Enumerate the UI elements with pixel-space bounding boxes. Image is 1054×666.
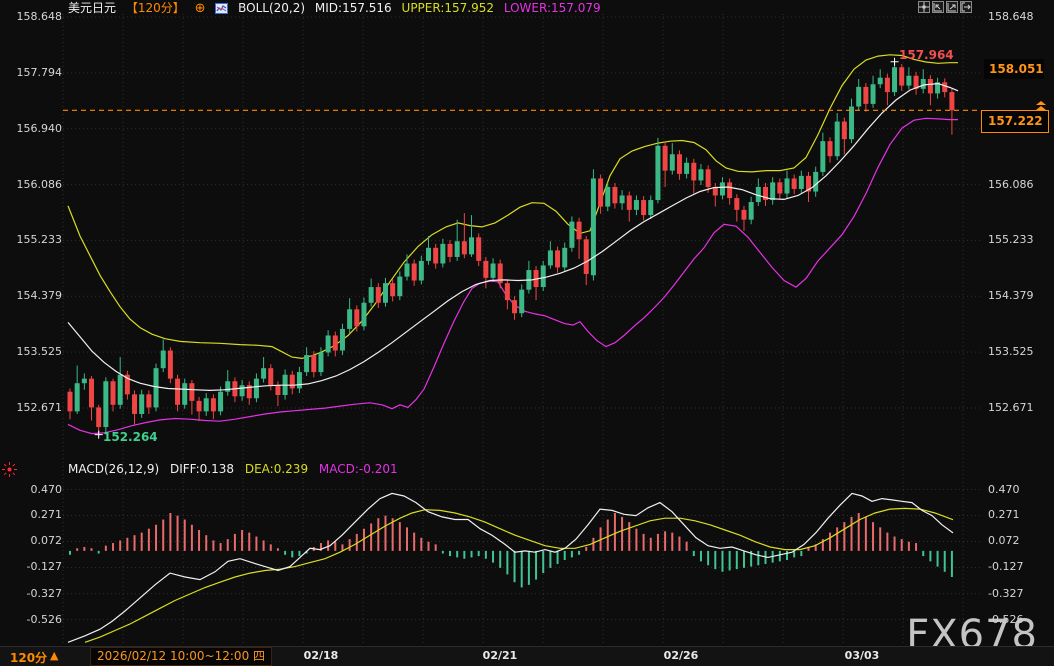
boll-lower-value: LOWER:157.079 [504,1,601,15]
timeframe-badge[interactable]: 120分 [10,649,47,666]
macd-tick-label: -0.327 [0,587,62,601]
macd-tick-label: 0.470 [988,483,1020,497]
macd-tick-label: -0.127 [988,560,1023,574]
price-tick-label: 152.671 [988,401,1034,415]
price-tick-label: 156.940 [0,122,62,136]
price-tick-label: 153.525 [0,345,62,359]
price-tick-label: 157.794 [0,66,62,80]
price-tick-label: 156.086 [0,178,62,192]
macd-title[interactable]: MACD(26,12,9) [68,462,159,476]
price-tick-label: 153.525 [988,345,1034,359]
macd-tick-label: 0.470 [0,483,62,497]
price-tick-label: 154.379 [0,289,62,303]
price-tick-label: 155.233 [0,233,62,247]
date-tick-label: 02/21 [483,649,518,662]
time-axis-bar: 120分 ▲ 2026/02/12 10:00~12:00 四 02/18 02/… [0,646,1054,666]
price-tick-label: 152.671 [0,401,62,415]
price-tick-label: 154.379 [988,289,1034,303]
mini-chart-icon[interactable] [215,3,228,17]
chart-window: 美元日元 【120分】 ⊕ BOLL(20,2) MID:157.516 UPP… [0,0,1054,666]
macd-header: MACD(26,12,9) DIFF:0.138 DEA:0.239 MACD:… [68,462,405,476]
price-tick-label: 158.648 [0,10,62,24]
boll-label[interactable]: BOLL(20,2) [238,1,305,15]
macd-tick-label: 0.271 [988,508,1020,522]
axis-scale-left-icon[interactable] [932,1,944,13]
session-high-tag: 158.051 [984,59,1044,79]
timeframe-up-arrow-icon[interactable]: ▲ [50,649,58,662]
macd-dea-value: DEA:0.239 [245,462,308,476]
add-indicator-icon[interactable]: ⊕ [195,1,206,16]
current-price-tag: 157.222 [981,110,1049,133]
pan-right-icon[interactable] [960,1,972,13]
macd-tick-label: 0.072 [0,534,62,548]
timeframe-label[interactable]: 【120分】 [126,1,185,15]
chart-header: 美元日元 【120分】 ⊕ BOLL(20,2) MID:157.516 UPP… [68,1,607,15]
boll-upper-value: UPPER:157.952 [402,1,494,15]
price-tick-label: 158.648 [988,10,1034,24]
date-tick-label: 02/26 [664,649,699,662]
symbol-title: 美元日元 [68,1,116,15]
macd-tick-label: -0.526 [0,613,62,627]
alert-starburst-icon[interactable] [2,462,17,481]
macd-diff-value: DIFF:0.138 [170,462,234,476]
date-tick-label: 02/18 [304,649,339,662]
macd-tick-label: -0.127 [0,560,62,574]
price-tick-label: 156.086 [988,178,1034,192]
macd-tick-label: -0.327 [988,587,1023,601]
low-price-annotation: 152.264 [103,430,158,444]
macd-bar-value: MACD:-0.201 [319,462,398,476]
macd-tick-label: 0.072 [988,534,1020,548]
chart-canvas[interactable] [0,0,1054,666]
candle-info-box: 2026/02/12 10:00~12:00 四 [90,647,272,666]
high-price-annotation: 157.964 [899,48,954,62]
date-tick-label: 03/03 [845,649,880,662]
price-tick-label: 155.233 [988,233,1034,247]
chart-toolbar [918,1,972,13]
macd-tick-label: -0.526 [988,613,1023,627]
boll-mid-value: MID:157.516 [315,1,392,15]
axis-scale-right-icon[interactable] [946,1,958,13]
price-up-arrows-icon [1036,101,1046,111]
macd-tick-label: 0.271 [0,508,62,522]
crosshair-tool-icon[interactable] [918,1,930,13]
